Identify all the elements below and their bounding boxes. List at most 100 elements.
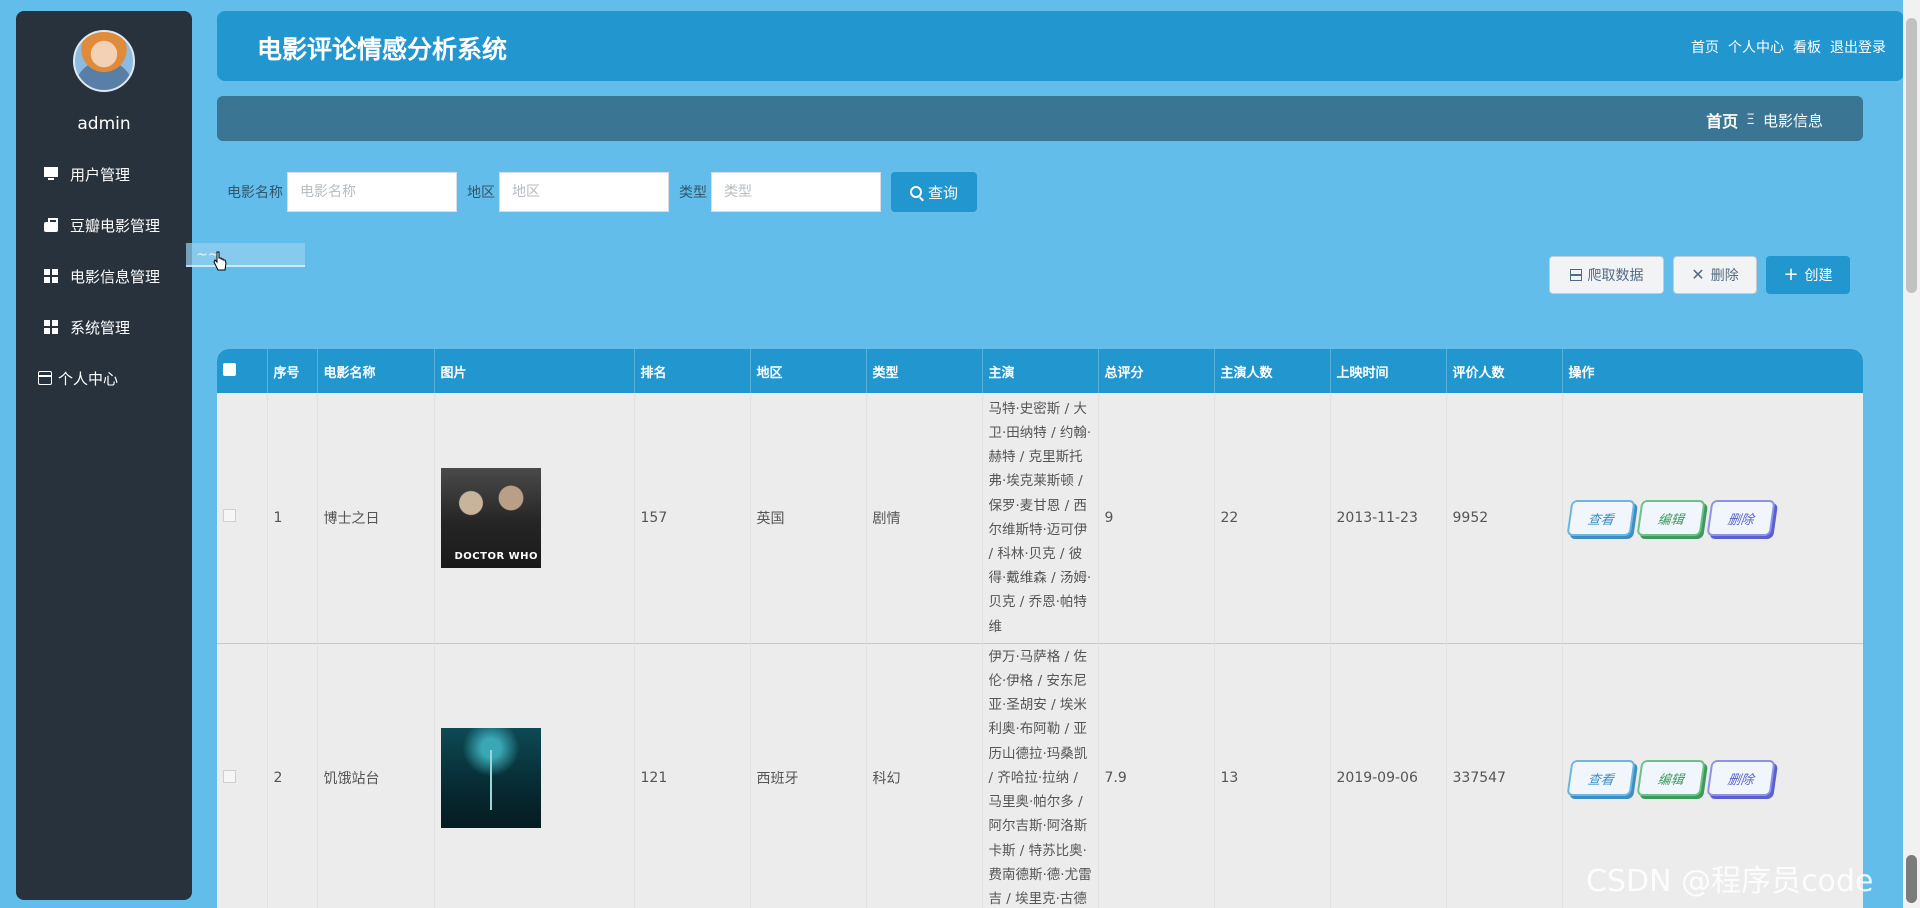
region-label: 地区 [467, 185, 495, 201]
select-all-checkbox[interactable] [223, 362, 236, 376]
poster-cell [434, 393, 635, 643]
actor-count-cell: 13 [1214, 643, 1331, 908]
breadcrumb-current: 电影信息 [1762, 111, 1823, 130]
region-input[interactable] [499, 172, 669, 212]
breadcrumb-bar: 首页 Ξ 电影信息 [217, 96, 1863, 141]
select-all-cell [217, 349, 268, 393]
sidebar-item-label: 系统管理 [70, 318, 131, 337]
movie-poster-image[interactable] [440, 467, 541, 568]
sidebar-item-personal-center[interactable]: 个人中心 [38, 363, 214, 393]
release-date-cell: 2013-11-23 [1330, 393, 1447, 643]
column-header: 上映时间 [1330, 349, 1447, 393]
batch-delete-button[interactable]: ✕ 删除 [1673, 256, 1757, 294]
table-row: 1 博士之日 157 英国 剧情 马特·史密斯 / 大卫·田纳特 / 约翰·赫特… [217, 393, 1863, 643]
create-button[interactable]: + 创建 [1766, 256, 1850, 294]
column-header: 主演人数 [1214, 349, 1331, 393]
row-checkbox[interactable] [223, 769, 236, 783]
card-icon [38, 371, 52, 385]
movie-table: 序号 电影名称 图片 排名 地区 类型 主演 总评分 主演人数 上映时间 评价人… [217, 349, 1863, 908]
movie-poster-image[interactable] [440, 728, 541, 828]
row-select-cell [217, 393, 268, 643]
header-link-personal-center[interactable]: 个人中心 [1728, 37, 1784, 57]
breadcrumb: 首页 Ξ 电影信息 [1706, 108, 1823, 132]
grid-icon [44, 269, 58, 283]
query-button[interactable]: 查询 [891, 172, 977, 212]
crawl-data-label: 爬取数据 [1587, 268, 1644, 284]
column-header: 序号 [267, 349, 318, 393]
movie-name-input[interactable] [287, 172, 457, 212]
sidebar-item-label: 用户管理 [70, 165, 131, 184]
header-link-dashboard[interactable]: 看板 [1793, 37, 1821, 57]
column-header: 类型 [866, 349, 983, 393]
database-icon [1569, 269, 1582, 281]
column-header: 电影名称 [317, 349, 435, 393]
sidebar-item-label: 电影信息管理 [70, 267, 161, 286]
sidebar-item-douban-movie-management[interactable]: 豆瓣电影管理 [44, 210, 220, 240]
score-cell: 9 [1098, 393, 1215, 643]
review-count-cell: 9952 [1446, 393, 1563, 643]
header-links: 首页 个人中心 看板 退出登录 [1691, 37, 1886, 57]
table-header-row: 序号 电影名称 图片 排名 地区 类型 主演 总评分 主演人数 上映时间 评价人… [217, 349, 1863, 393]
close-icon: ✕ [1691, 265, 1705, 284]
top-header: 电影评论情感分析系统 首页 个人中心 看板 退出登录 [217, 11, 1904, 81]
column-header: 总评分 [1098, 349, 1215, 393]
breadcrumb-separator-icon: Ξ [1746, 112, 1755, 128]
sidebar-item-system-management[interactable]: 系统管理 [44, 312, 220, 342]
row-select-cell [217, 643, 268, 908]
movie-name-label: 电影名称 [227, 185, 283, 201]
monitor-icon [44, 167, 58, 181]
genre-label: 类型 [679, 185, 707, 201]
crawl-data-button[interactable]: 爬取数据 [1549, 256, 1664, 294]
genre-input[interactable] [711, 172, 881, 212]
row-checkbox[interactable] [223, 509, 236, 523]
plus-icon: + [1783, 264, 1799, 285]
header-link-home[interactable]: 首页 [1691, 37, 1719, 57]
score-cell: 7.9 [1098, 643, 1215, 908]
edit-button[interactable]: 编辑 [1635, 760, 1706, 796]
sidebar: admin 用户管理 豆瓣电影管理 电影信息管理 系统管理 个人中心 [16, 11, 192, 900]
edit-button[interactable]: 编辑 [1635, 499, 1706, 536]
delete-button[interactable]: 删除 [1705, 499, 1776, 536]
actor-count-cell: 22 [1214, 393, 1331, 643]
index-cell: 2 [267, 643, 318, 908]
avatar[interactable] [73, 30, 135, 92]
drag-ghost: ~~ [186, 243, 305, 267]
query-button-label: 查询 [927, 183, 958, 202]
scrollbar-thumb-lower[interactable] [1906, 855, 1917, 903]
view-button[interactable]: 查看 [1565, 760, 1636, 796]
breadcrumb-home[interactable]: 首页 [1706, 108, 1738, 132]
genre-cell: 剧情 [866, 393, 983, 643]
column-header: 地区 [750, 349, 867, 393]
review-count-cell: 337547 [1446, 643, 1563, 908]
app-title: 电影评论情感分析系统 [257, 35, 508, 64]
operations-cell: 查看 编辑 删除 [1562, 393, 1863, 643]
batch-delete-label: 删除 [1710, 268, 1739, 284]
grid-icon [44, 320, 58, 334]
sidebar-item-label: 豆瓣电影管理 [70, 216, 161, 235]
watermark: CSDN @程序员code [1586, 864, 1874, 899]
delete-button[interactable]: 删除 [1705, 760, 1776, 796]
header-link-logout[interactable]: 退出登录 [1830, 37, 1886, 57]
bag-icon [44, 218, 58, 232]
hand-cursor-icon [213, 251, 227, 271]
rank-cell: 157 [634, 393, 751, 643]
table-actions: 爬取数据 ✕ 删除 + 创建 [1549, 256, 1850, 294]
column-header: 图片 [434, 349, 635, 393]
poster-cell [434, 643, 635, 908]
column-header: 排名 [634, 349, 751, 393]
column-header: 评价人数 [1446, 349, 1563, 393]
page-scrollbar[interactable] [1903, 0, 1920, 908]
search-icon [909, 186, 922, 198]
region-cell: 西班牙 [750, 643, 867, 908]
actors-cell: 伊万·马萨格 / 佐伦·伊格 / 安东尼亚·圣胡安 / 埃米利奥·布阿勒 / 亚… [982, 643, 1099, 908]
genre-cell: 科幻 [866, 643, 983, 908]
rank-cell: 121 [634, 643, 751, 908]
column-header: 操作 [1562, 349, 1863, 393]
view-button[interactable]: 查看 [1565, 499, 1636, 536]
sidebar-item-user-management[interactable]: 用户管理 [44, 159, 220, 189]
scrollbar-thumb[interactable] [1906, 18, 1917, 293]
username: admin [77, 114, 131, 134]
create-label: 创建 [1804, 268, 1833, 284]
movie-name-cell: 饥饿站台 [317, 643, 435, 908]
movie-name-cell: 博士之日 [317, 393, 435, 643]
